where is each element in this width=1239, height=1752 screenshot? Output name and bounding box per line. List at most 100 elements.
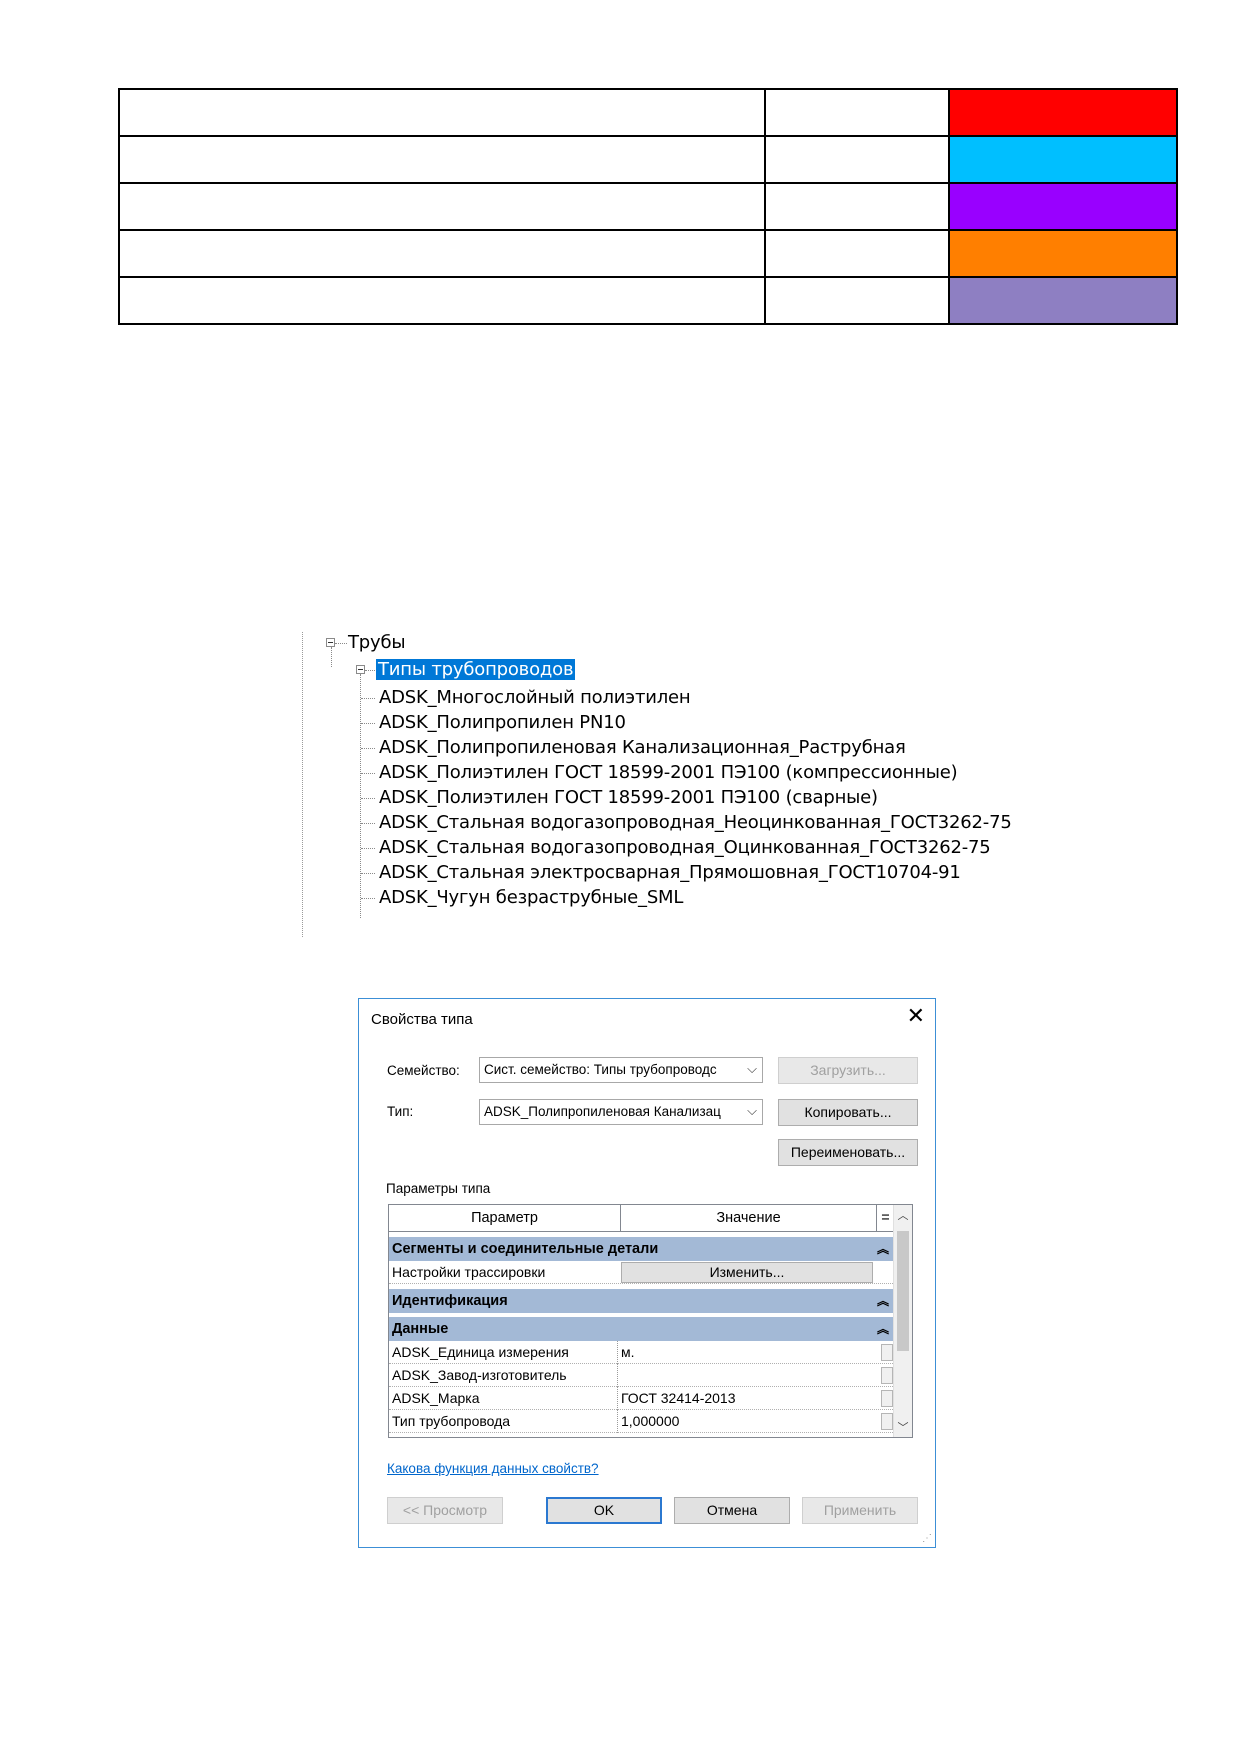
tree-connector <box>361 848 375 849</box>
param-name: ADSK_Завод-изготовитель <box>392 1367 567 1383</box>
param-value[interactable]: 1,000000 <box>621 1413 679 1429</box>
formula-toggle-icon[interactable] <box>881 1367 893 1384</box>
color-table-row <box>118 182 1178 231</box>
family-select-value: Сист. семейство: Типы трубопроводс <box>484 1062 717 1077</box>
formula-toggle-icon[interactable] <box>881 1413 893 1430</box>
collapse-icon: ︽ <box>876 1294 889 1308</box>
close-icon[interactable]: ✕ <box>907 1005 925 1027</box>
type-label: Тип: <box>387 1104 414 1119</box>
tree-connector <box>365 670 375 671</box>
tree-connector <box>360 674 361 918</box>
color-name-cell <box>118 276 766 325</box>
resize-grip-icon[interactable]: ⋰ <box>922 1533 932 1544</box>
param-value[interactable]: ГОСТ 32414-2013 <box>621 1390 736 1406</box>
cell-divider <box>617 1387 618 1410</box>
tree-connector <box>361 773 375 774</box>
color-code-cell <box>764 182 950 231</box>
tree-item-pipe-type[interactable]: ADSK_Стальная водогазопроводная_Оцинкова… <box>379 837 991 859</box>
preview-button[interactable]: << Просмотр <box>387 1497 503 1524</box>
ok-button[interactable]: OK <box>546 1497 662 1524</box>
group-identification[interactable]: Идентификация ︽ <box>389 1289 895 1313</box>
formula-toggle-icon[interactable] <box>881 1390 893 1407</box>
color-swatch-cell <box>948 88 1178 137</box>
group-data[interactable]: Данные ︽ <box>389 1317 895 1341</box>
tree-connector <box>361 873 375 874</box>
param-row[interactable]: ADSK_Марка ГОСТ 32414-2013 <box>389 1387 895 1410</box>
color-table-row <box>118 135 1178 184</box>
group-segments-fittings[interactable]: Сегменты и соединительные детали ︽ <box>389 1237 895 1261</box>
cell-divider <box>617 1364 618 1387</box>
column-header-value[interactable]: Значение <box>621 1205 877 1232</box>
param-row[interactable]: Тип трубопровода 1,000000 <box>389 1410 895 1433</box>
tree-connector <box>361 898 375 899</box>
tree-item-pipe-type[interactable]: ADSK_Полиэтилен ГОСТ 18599-2001 ПЭ100 (с… <box>379 787 878 809</box>
color-name-cell <box>118 135 766 184</box>
type-properties-dialog: Свойства типа ✕ Семейство: Сист. семейст… <box>358 998 936 1548</box>
group-label: Сегменты и соединительные детали <box>392 1241 659 1257</box>
tree-left-guide <box>302 632 303 937</box>
color-swatch-cell <box>948 229 1178 278</box>
cell-divider <box>617 1410 618 1433</box>
tree-node-pipes[interactable]: Трубы <box>348 632 406 654</box>
param-row[interactable]: ADSK_Завод-изготовитель <box>389 1364 895 1387</box>
formula-toggle-icon[interactable] <box>881 1344 893 1361</box>
color-code-cell <box>764 135 950 184</box>
group-label: Данные <box>392 1321 449 1337</box>
copy-button[interactable]: Копировать... <box>778 1099 918 1126</box>
tree-node-pipe-types-label: Типы трубопроводов <box>376 659 576 680</box>
tree-collapse-group-icon[interactable] <box>356 665 365 674</box>
color-table-row <box>118 276 1178 325</box>
color-name-cell <box>118 229 766 278</box>
collapse-icon: ︽ <box>876 1242 889 1256</box>
color-swatch-cell <box>948 182 1178 231</box>
family-select[interactable]: Сист. семейство: Типы трубопроводс ⌵ <box>479 1057 763 1083</box>
cancel-button[interactable]: Отмена <box>674 1497 790 1524</box>
grid-scrollbar[interactable]: ︿ ﹀ <box>893 1205 912 1437</box>
rename-button[interactable]: Переименовать... <box>778 1139 918 1166</box>
tree-item-pipe-type[interactable]: ADSK_Чугун безраструбные_SML <box>379 887 683 909</box>
type-select-value: ADSK_Полипропиленовая Канализац <box>484 1104 721 1119</box>
color-table-row <box>118 88 1178 137</box>
color-code-cell <box>764 276 950 325</box>
param-row[interactable]: ADSK_Единица измерения м. <box>389 1341 895 1364</box>
type-parameters-grid: Параметр Значение = Сегменты и соедините… <box>388 1204 913 1438</box>
color-swatch-cell <box>948 135 1178 184</box>
param-name: Настройки трассировки <box>392 1264 546 1280</box>
routing-settings-row: Настройки трассировки Изменить... <box>389 1261 895 1284</box>
column-header-parameter[interactable]: Параметр <box>389 1205 621 1232</box>
tree-connector <box>361 748 375 749</box>
type-select[interactable]: ADSK_Полипропиленовая Канализац ⌵ <box>479 1099 763 1125</box>
tree-connector <box>361 723 375 724</box>
color-code-cell <box>764 88 950 137</box>
edit-routing-button[interactable]: Изменить... <box>621 1262 873 1283</box>
help-link[interactable]: Какова функция данных свойств? <box>387 1461 599 1476</box>
param-value[interactable]: м. <box>621 1344 635 1360</box>
tree-connector <box>361 798 375 799</box>
tree-item-pipe-type[interactable]: ADSK_Стальная электросварная_Прямошовная… <box>379 862 961 884</box>
tree-item-pipe-type[interactable]: ADSK_Полиэтилен ГОСТ 18599-2001 ПЭ100 (к… <box>379 762 958 784</box>
color-name-cell <box>118 88 766 137</box>
tree-item-pipe-type[interactable]: ADSK_Стальная водогазопроводная_Неоцинко… <box>379 812 1012 834</box>
scroll-thumb[interactable] <box>897 1231 909 1351</box>
color-code-cell <box>764 229 950 278</box>
collapse-icon: ︽ <box>876 1322 889 1336</box>
color-table-row <box>118 229 1178 278</box>
pipe-types-tree: Трубы Типы трубопроводов ADSK_Многослойн… <box>300 630 1020 940</box>
load-button[interactable]: Загрузить... <box>778 1057 918 1084</box>
tree-node-pipe-types[interactable]: Типы трубопроводов <box>376 659 576 681</box>
param-name: Тип трубопровода <box>392 1413 511 1429</box>
chevron-down-icon: ⌵ <box>747 1061 757 1076</box>
group-label: Идентификация <box>392 1293 508 1309</box>
color-swatch-cell <box>948 276 1178 325</box>
tree-item-pipe-type[interactable]: ADSK_Многослойный полиэтилен <box>379 687 691 709</box>
color-legend-table <box>118 88 1178 325</box>
scroll-up-icon[interactable]: ︿ <box>894 1207 912 1223</box>
type-params-label: Параметры типа <box>386 1181 491 1196</box>
tree-collapse-root-icon[interactable] <box>326 638 335 647</box>
tree-connector <box>361 698 375 699</box>
tree-item-pipe-type[interactable]: ADSK_Полипропилен PN10 <box>379 712 626 734</box>
tree-connector <box>361 823 375 824</box>
scroll-down-icon[interactable]: ﹀ <box>894 1419 912 1435</box>
apply-button[interactable]: Применить <box>802 1497 918 1524</box>
tree-item-pipe-type[interactable]: ADSK_Полипропиленовая Канализационная_Ра… <box>379 737 906 759</box>
